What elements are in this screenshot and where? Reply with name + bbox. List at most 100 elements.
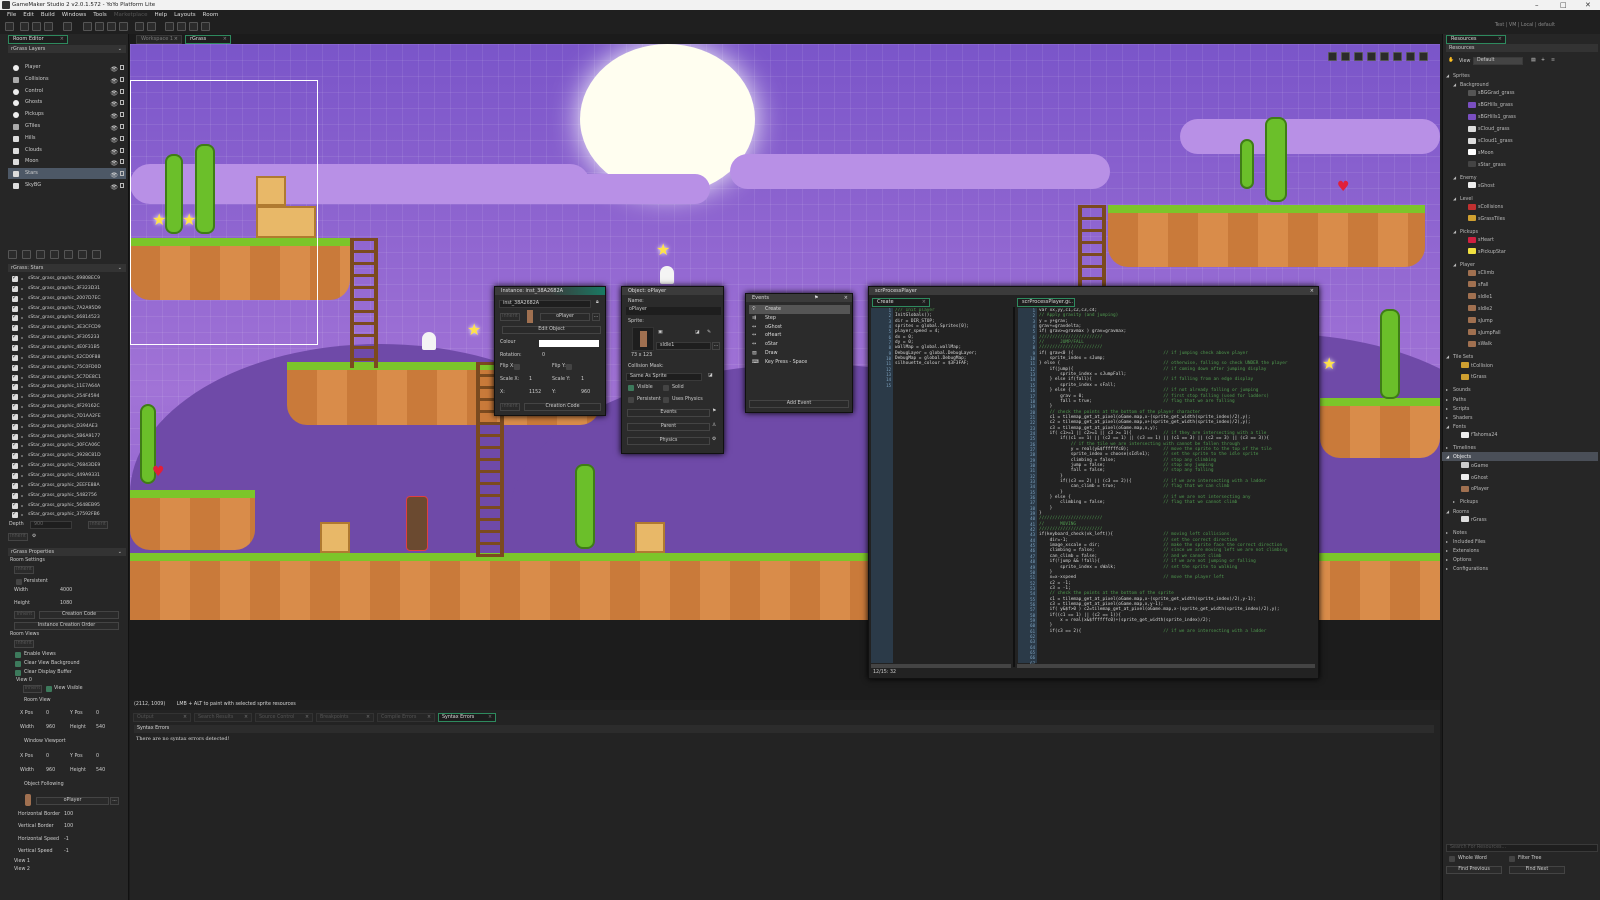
edit-mask-icon[interactable]: ◪ (708, 373, 713, 378)
tab-resources[interactable]: Resources × (1446, 35, 1506, 44)
resource-folder[interactable]: ▸ Timelines (1446, 443, 1476, 452)
visible-checkbox[interactable] (12, 352, 18, 362)
visible-checkbox[interactable] (12, 342, 18, 352)
close-icon[interactable]: × (1067, 299, 1071, 306)
inherit-button[interactable]: Inherit (23, 685, 42, 693)
clean-icon[interactable] (119, 22, 128, 31)
menu-marketplace[interactable]: Marketplace (114, 10, 148, 20)
resource-folder[interactable]: ◢ Fonts (1446, 422, 1466, 431)
view-visible-checkbox[interactable] (46, 686, 52, 692)
follow-object-more-button[interactable]: ... (110, 797, 119, 805)
caret-right-icon[interactable]: ▸ (1446, 528, 1453, 537)
background-layer-icon[interactable] (50, 250, 59, 259)
instance-layer-icon[interactable] (8, 250, 17, 259)
layer-asset-item[interactable]: sStar_grass_graphic_3E3CFCD9 (10, 322, 122, 333)
resource-item[interactable]: sHeart (1446, 236, 1494, 245)
caret-down-icon[interactable]: ◢ (1453, 227, 1460, 236)
parent-button[interactable]: Parent (627, 423, 710, 431)
caret-right-icon[interactable]: ▸ (1446, 385, 1453, 394)
tab-syntax-errors[interactable]: Syntax Errors × (438, 713, 496, 722)
resource-folder[interactable]: ▸ Pickups (1446, 497, 1478, 506)
y-field[interactable]: 960 (581, 390, 590, 395)
rotation-field[interactable]: 0 (542, 353, 545, 358)
layer-asset-item[interactable]: sStar_grass_graphic_4E0F31B5 (10, 342, 122, 353)
tab-room-editor[interactable]: Room Editor × (8, 35, 68, 44)
layer-ghosts[interactable]: Ghosts 👁︎ (8, 97, 126, 108)
tab-rgrass[interactable]: rGrass × (185, 35, 231, 44)
resource-folder[interactable]: ◢ Sprites (1446, 71, 1470, 80)
close-icon[interactable]: × (183, 714, 187, 721)
close-icon[interactable]: × (223, 36, 227, 43)
viewport-y[interactable]: 0 (96, 753, 99, 761)
resource-item[interactable]: sWalk (1446, 340, 1492, 349)
resource-item[interactable]: sIdle2 (1446, 305, 1492, 314)
lock-icon[interactable] (120, 65, 124, 70)
layer-gtiles[interactable]: GTiles 👁︎ (8, 121, 126, 132)
layer-pickups[interactable]: Pickups 👁︎ (8, 109, 126, 120)
flip-x-checkbox[interactable] (514, 364, 520, 370)
room-views-section[interactable]: Room Views (10, 631, 39, 639)
caret-right-icon[interactable]: ▸ (1446, 555, 1453, 564)
create-code-editor[interactable]: /// Init player InitGlobals(); dir = DIR_S… (895, 308, 1011, 663)
layer-asset-item[interactable]: sStar_grass_graphic_5648EB95 (10, 500, 122, 511)
zoom-out-icon[interactable] (1341, 52, 1350, 61)
close-button[interactable]: ✕ (1585, 0, 1591, 10)
zoom-out-icon[interactable] (189, 22, 198, 31)
close-icon[interactable]: × (1310, 287, 1314, 295)
delete-icon[interactable] (92, 250, 101, 259)
caret-down-icon[interactable]: ◢ (1453, 80, 1460, 89)
layer-asset-item[interactable]: sStar_grass_graphic_3F323D31 (10, 283, 122, 294)
events-button[interactable]: Events (627, 409, 710, 417)
hborder-value[interactable]: 100 (64, 811, 73, 819)
find-next-button[interactable]: Find Next (1509, 866, 1565, 874)
visible-checkbox[interactable] (12, 421, 18, 431)
tab-breakpoints[interactable]: Breakpoints × (316, 713, 374, 722)
add-icon[interactable]: + (1541, 58, 1545, 63)
layer-asset-item[interactable]: sStar_grass_graphic_66814523 (10, 312, 122, 323)
gear-icon[interactable] (147, 22, 156, 31)
creation-code-button[interactable]: Creation Code (524, 403, 601, 411)
resource-folder[interactable]: ◢ Tile Sets (1446, 352, 1473, 361)
inherit-button[interactable]: Inherit (88, 521, 108, 529)
inherit-button[interactable]: Inherit (8, 533, 28, 541)
run-icon[interactable] (95, 22, 104, 31)
resource-folder[interactable]: ▸ Configurations (1446, 564, 1488, 573)
event-step[interactable]: ⇶ Step (749, 314, 850, 323)
resource-item[interactable]: sPickupStar (1446, 248, 1506, 257)
event-oghost[interactable]: ↔ oGhost (749, 323, 850, 332)
event-key-press-space[interactable]: ⌨ Key Press - Space (749, 358, 850, 367)
grid-icon[interactable] (201, 22, 210, 31)
collision-mask-select[interactable]: Same As Sprite (626, 373, 702, 381)
layer-asset-item[interactable]: sStar_grass_graphic_62CD0F88 (10, 352, 122, 363)
follow-object-select[interactable]: oPlayer (36, 797, 109, 805)
sprite-select[interactable]: sIdle1 (656, 342, 711, 350)
resource-folder[interactable]: ◢ Objects (1442, 452, 1598, 462)
visible-checkbox[interactable] (12, 440, 18, 450)
resource-item[interactable]: sMoon (1446, 149, 1494, 158)
caret-down-icon[interactable]: ◢ (1453, 173, 1460, 182)
resource-folder[interactable]: ▸ Included Files (1446, 537, 1486, 546)
tile-layer-icon[interactable] (22, 250, 31, 259)
resource-item[interactable]: sJumpFall (1446, 329, 1501, 338)
collapse-icon[interactable]: ▤ (1531, 58, 1536, 63)
layer-hills[interactable]: Hills 👁︎ (8, 133, 126, 144)
caret-down-icon[interactable]: ◢ (1446, 507, 1453, 516)
solid-checkbox[interactable] (663, 385, 669, 391)
instance-creation-order-button[interactable]: Instance Creation Order (14, 622, 119, 630)
event-oheart[interactable]: ↔ oHeart (749, 331, 850, 340)
physics-button[interactable]: Physics (627, 437, 710, 445)
menu-layouts[interactable]: Layouts (174, 10, 196, 20)
layer-asset-item[interactable]: sStar_grass_graphic_3928C81D (10, 450, 122, 461)
tab-create-event[interactable]: Create × (872, 298, 930, 307)
home-icon[interactable] (5, 22, 14, 31)
lock-icon[interactable] (120, 124, 124, 129)
inherit-button[interactable]: Inherit (14, 640, 34, 648)
lock-icon[interactable] (120, 147, 124, 153)
visible-checkbox[interactable] (12, 500, 18, 510)
hspeed-value[interactable]: -1 (64, 836, 69, 844)
creation-code-button[interactable]: Creation Code (39, 611, 119, 619)
stop-icon[interactable] (107, 22, 116, 31)
caret-right-icon[interactable]: ▸ (1446, 404, 1453, 413)
target-selector[interactable]: Test | VM | Local | default (1495, 23, 1555, 28)
menu-edit[interactable]: Edit (23, 10, 34, 20)
